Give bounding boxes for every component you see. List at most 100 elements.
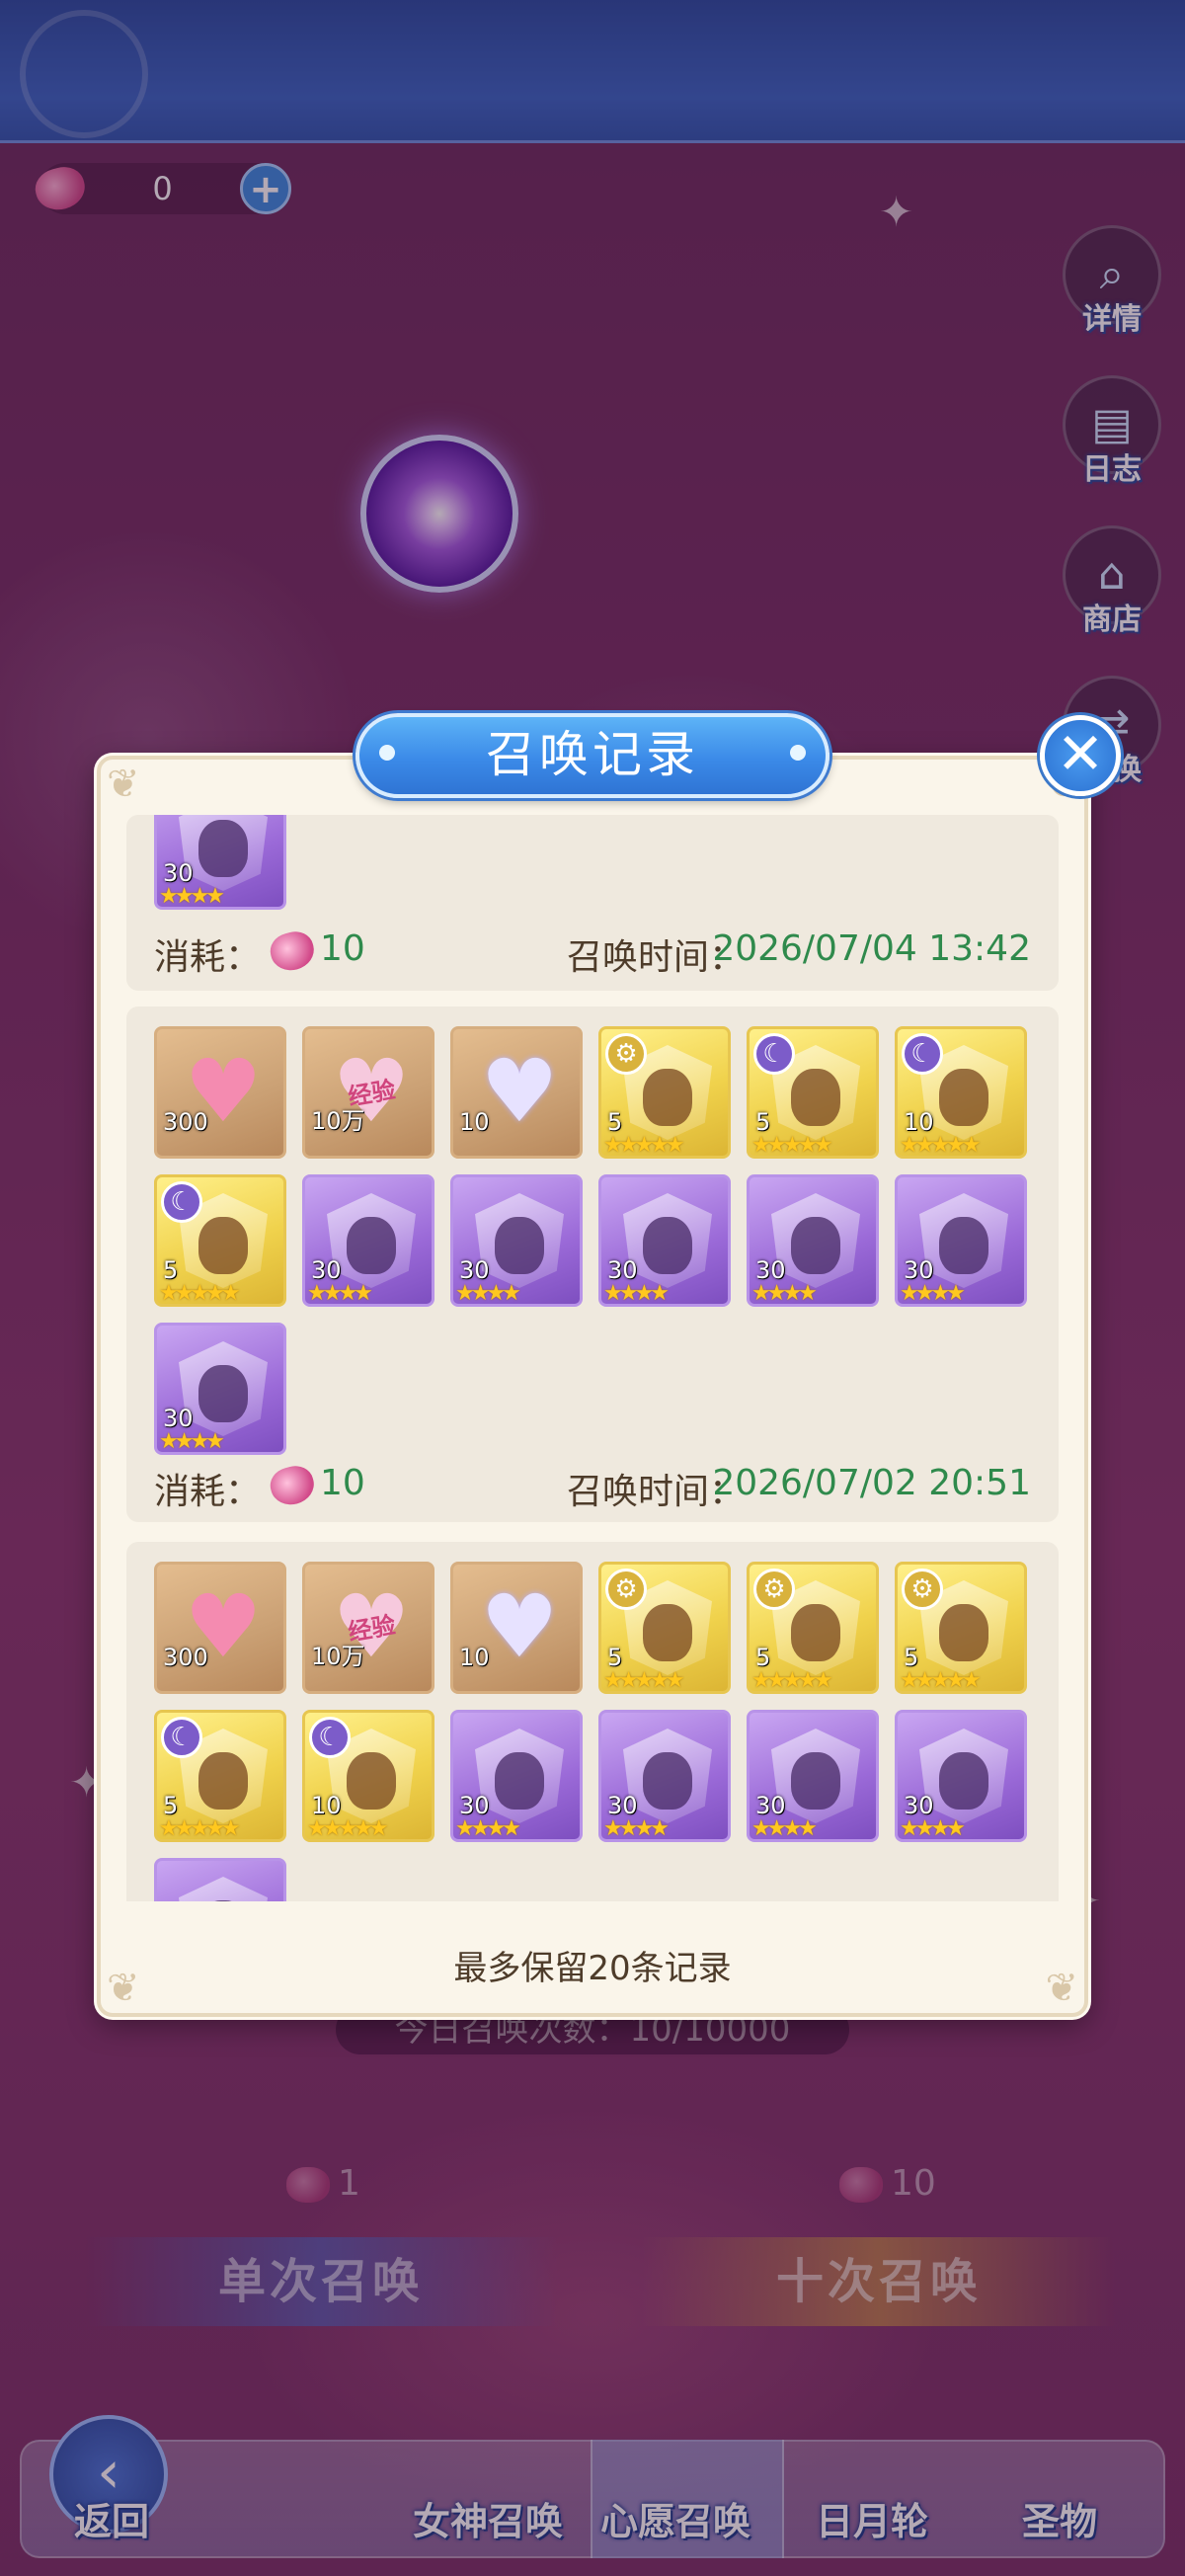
reward-item[interactable]: 30 ★★★★ [747,1174,879,1307]
history-record-list[interactable]: 30 ★★★★ 消耗： 10 召唤时间： 2026/07/04 13:42 ♥ 3… [126,815,1059,1901]
item-quantity: 5 [904,1644,919,1671]
reward-item[interactable]: ☾ 10 ★★★★★ [895,1026,1027,1159]
reward-item[interactable]: 30 ★★★★ [450,1710,583,1842]
record-meta: 消耗： 10 召唤时间： 2026/07/02 20:51 [154,1461,1031,1512]
reward-item[interactable]: 30 ★★★★ [598,1710,731,1842]
reward-item[interactable]: ☾ 5 ★★★★★ [154,1710,286,1842]
gear-badge-icon: ⚙ [605,1569,647,1610]
reward-item[interactable]: ♥ 300 [154,1562,286,1694]
star-rating: ★★★★★ [159,1281,241,1306]
gear-badge-icon: ⚙ [605,1033,647,1075]
modal-title-text: 召唤记录 [486,726,699,783]
item-quantity: 30 [163,859,194,887]
star-rating: ★★★★ [900,1281,966,1306]
star-rating: ★★★★★ [751,1133,833,1158]
reward-item[interactable]: ♥ 10 [450,1562,583,1694]
reward-item[interactable]: 30 ★★★★ [598,1174,731,1307]
star-rating: ★★★★★ [159,1816,241,1841]
cost-label: 消耗： [154,1472,262,1512]
modal-title: 召唤记录 [356,713,830,798]
item-quantity: 5 [607,1644,623,1671]
star-rating: ★★★★ [900,1816,966,1841]
summon-time: 2026/07/02 20:51 [712,1463,1031,1503]
item-quantity: 30 [607,1792,638,1819]
gear-badge-icon: ⚙ [753,1569,795,1610]
reward-item[interactable]: ♥ 300 [154,1026,286,1159]
item-quantity: 10 [459,1644,490,1671]
item-quantity: 5 [607,1108,623,1136]
star-rating: ★★★★ [455,1281,521,1306]
item-quantity: 30 [904,1792,934,1819]
item-quantity: 10万 [311,1107,365,1135]
item-quantity: 5 [163,1256,179,1284]
item-quantity: 30 [607,1256,638,1284]
item-quantity: 5 [755,1644,771,1671]
star-rating: ★★★★ [603,1281,670,1306]
moon-badge-icon: ☾ [161,1717,202,1758]
item-quantity: 300 [163,1644,208,1671]
retention-note: 最多保留20条记录 [453,1949,732,1988]
star-rating: ★★★★★ [900,1668,982,1693]
star-rating: ★★★★★ [603,1133,685,1158]
reward-item[interactable]: ♥ 经验 10万 [302,1562,434,1694]
history-record: 30 ★★★★ 消耗： 10 召唤时间： 2026/07/04 13:42 [126,815,1059,991]
star-rating: ★★★★ [751,1281,818,1306]
moon-badge-icon: ☾ [161,1181,202,1223]
reward-item[interactable]: 30 ★★★★ [154,1323,286,1455]
star-rating: ★★★★ [603,1816,670,1841]
history-record: ♥ 300 ♥ 经验 10万 ♥ 10 ⚙ 5 ★★★★★ ⚙ 5 ★★★★★ ⚙ 5 ★★★★★ ☾ 5 ★★★★… [126,1542,1059,1901]
star-rating: ★★★★ [159,884,225,909]
reward-item[interactable]: 30 ★★★★ [747,1710,879,1842]
reward-item[interactable]: ⚙ 5 ★★★★★ [598,1026,731,1159]
moon-badge-icon: ☾ [902,1033,943,1075]
cost-value: 10 [320,1463,365,1503]
reward-item[interactable]: ⚙ 5 ★★★★★ [747,1562,879,1694]
reward-item[interactable]: 30 ★★★★ [302,1174,434,1307]
item-quantity: 10 [311,1792,342,1819]
reward-item[interactable]: ♥ 经验 10万 [302,1026,434,1159]
wish-gem-icon [266,926,319,976]
star-rating: ★★★★★ [603,1668,685,1693]
wish-gem-icon [266,1461,319,1510]
item-quantity: 30 [904,1256,934,1284]
moon-badge-icon: ☾ [309,1717,351,1758]
cost-value: 10 [320,928,365,969]
star-rating: ★★★★ [751,1816,818,1841]
star-rating: ★★★★★ [307,1816,389,1841]
reward-item[interactable]: 30 ★★★★ [895,1174,1027,1307]
item-quantity: 30 [755,1256,786,1284]
item-quantity: 300 [163,1108,208,1136]
summon-time: 2026/07/04 13:42 [712,928,1031,969]
reward-item[interactable]: ☾ 10 ★★★★★ [302,1710,434,1842]
item-quantity: 30 [459,1256,490,1284]
title-dot-icon [379,745,395,761]
star-rating: ★★★★ [159,1429,225,1454]
reward-item[interactable]: 30 ★★★★ [895,1710,1027,1842]
star-rating: ★★★★ [455,1816,521,1841]
reward-item[interactable]: ⚙ 5 ★★★★★ [598,1562,731,1694]
gear-badge-icon: ⚙ [902,1569,943,1610]
history-record: ♥ 300 ♥ 经验 10万 ♥ 10 ⚙ 5 ★★★★★ ☾ 5 ★★★★★ ☾ 10 ★★★★★ ☾ 5 ★★★… [126,1006,1059,1522]
moon-badge-icon: ☾ [753,1033,795,1075]
corner-ornament-icon: ❦ [107,762,140,807]
title-dot-icon [790,745,806,761]
reward-item[interactable]: 30 ★★★★ [154,815,286,910]
star-rating: ★★★★★ [751,1668,833,1693]
cost-label: 消耗： [154,937,262,978]
star-rating: ★★★★ [307,1281,373,1306]
reward-item[interactable] [154,1858,286,1901]
reward-item[interactable]: ⚙ 5 ★★★★★ [895,1562,1027,1694]
item-quantity: 30 [755,1792,786,1819]
reward-item[interactable]: 30 ★★★★ [450,1174,583,1307]
reward-item[interactable]: ☾ 5 ★★★★★ [154,1174,286,1307]
item-quantity: 10万 [311,1643,365,1670]
star-rating: ★★★★★ [900,1133,982,1158]
item-quantity: 10 [459,1108,490,1136]
item-quantity: 30 [311,1256,342,1284]
item-quantity: 10 [904,1108,934,1136]
item-quantity: 30 [459,1792,490,1819]
close-button[interactable]: ✕ [1040,715,1121,796]
reward-item[interactable]: ♥ 10 [450,1026,583,1159]
reward-item[interactable]: ☾ 5 ★★★★★ [747,1026,879,1159]
item-quantity: 5 [755,1108,771,1136]
